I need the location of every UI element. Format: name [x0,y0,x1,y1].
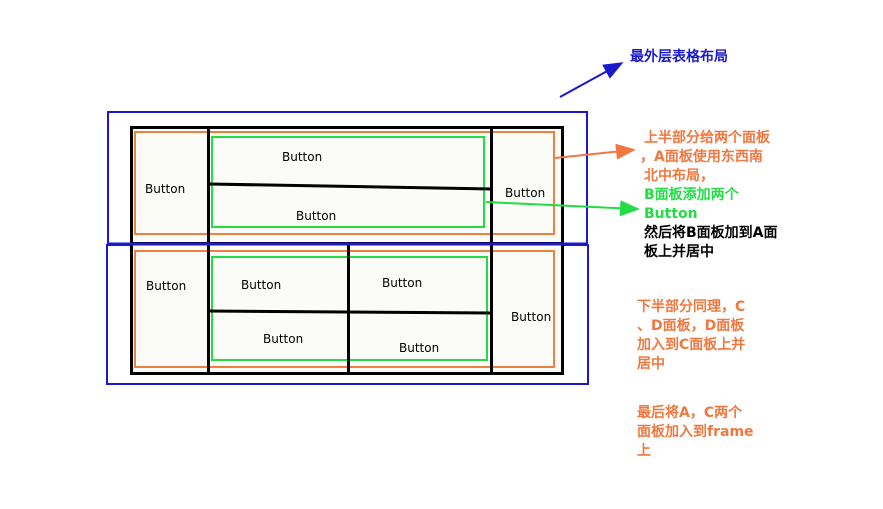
note-bottom-half: 下半部分同理，C 、D面板，D面板 加入到C面板上并 居中 [637,298,745,374]
note-b-panel-line-1: B面板添加两个 [644,187,739,203]
panel-d-divider [208,309,493,315]
note-final-line-1: 最后将A，C两个 [637,405,743,421]
note-bottom-half-line-1: 下半部分同理，C [637,299,746,315]
note-bottom-half-line-2: 、D面板，D面板 [637,318,745,334]
diagram-root: { "title": "最外层表格布局", "top": { "west_but… [0,0,883,509]
panel-a-arrow [554,143,636,160]
note-b-panel-line-2: Button [644,206,698,222]
title-arrow [559,62,624,98]
note-then-line-2: 板上并居中 [644,244,714,260]
note-final-line-2: 面板加入到frame [637,424,754,440]
note-then-line-1: 然后将B面板加到A面 [644,225,778,241]
note-top-half-line-1: 上半部分给两个面板 [644,130,770,146]
note-bottom-half-line-3: 加入到C面板上并 [637,337,746,353]
note-bottom-half-line-4: 居中 [637,356,665,372]
panel-b-arrow [485,200,640,217]
note-b-panel: B面板添加两个 Button [644,186,739,224]
note-top-half-line-2: ，A面板使用东西南 [640,149,763,165]
note-top-half-line-3: 北中布局， [644,168,714,184]
note-top-half: 上半部分给两个面板 ，A面板使用东西南 北中布局， [640,129,770,186]
note-final: 最后将A，C两个 面板加入到frame 上 [637,404,754,461]
note-final-line-3: 上 [637,443,651,459]
note-then: 然后将B面板加到A面 板上并居中 [644,224,778,262]
panel-b-divider [208,182,493,191]
